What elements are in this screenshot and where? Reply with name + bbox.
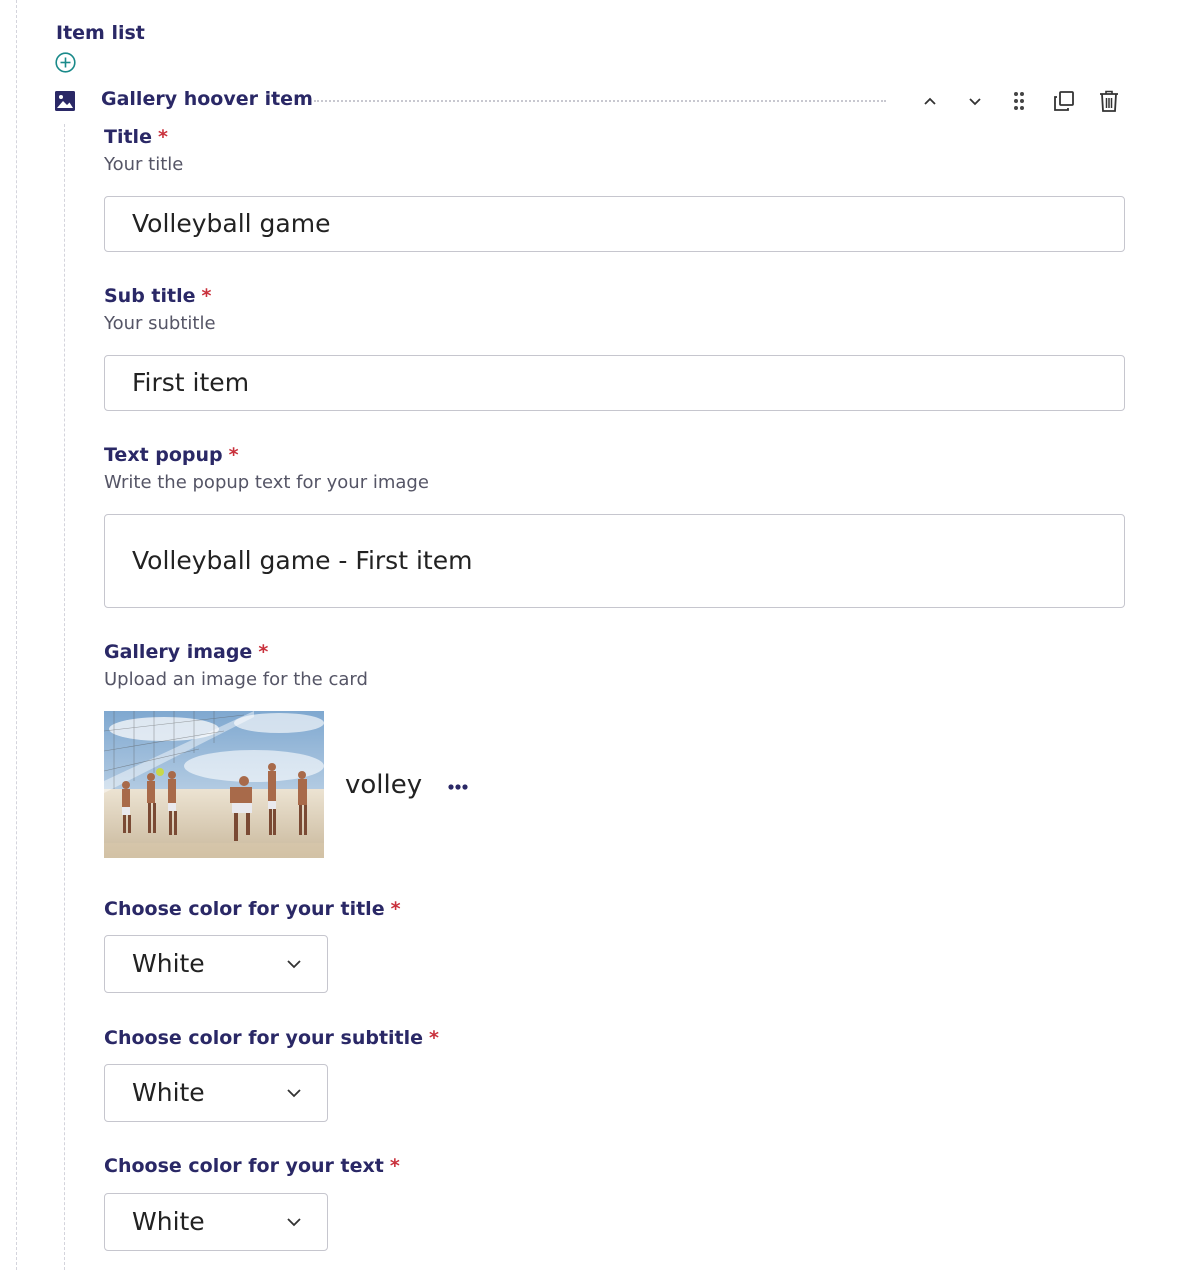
trash-icon [1100, 90, 1118, 112]
inner-nesting-guide [64, 124, 65, 1270]
title-color-field-label: Choose color for your title * [104, 898, 401, 920]
gallery-image-field-label: Gallery image * [104, 641, 269, 663]
item-title: Gallery hoover item [101, 88, 313, 110]
text-popup-field-label: Text popup * [104, 444, 239, 466]
move-up-button[interactable] [915, 86, 945, 116]
item-header: Gallery hoover item [52, 86, 1132, 116]
text-popup-field-help: Write the popup text for your image [104, 472, 429, 493]
text-color-select[interactable]: White [104, 1193, 328, 1251]
more-horizontal-icon [448, 784, 468, 790]
required-marker: * [390, 898, 401, 920]
required-marker: * [389, 1155, 400, 1177]
required-marker: * [228, 444, 239, 466]
subtitle-color-select-value: White [132, 1078, 205, 1107]
chevron-down-icon [287, 1089, 301, 1098]
subtitle-color-select[interactable]: White [104, 1064, 328, 1122]
required-marker: * [429, 1027, 439, 1049]
required-marker: * [201, 285, 212, 307]
move-down-button[interactable] [960, 86, 990, 116]
outer-nesting-guide [16, 0, 17, 1270]
required-marker: * [258, 641, 269, 663]
text-popup-textarea[interactable]: Volleyball game - First item [104, 514, 1125, 608]
title-color-select-value: White [132, 949, 205, 978]
subtitle-field-help: Your subtitle [104, 313, 216, 334]
text-color-select-value: White [132, 1207, 205, 1236]
chevron-down-icon [287, 960, 301, 969]
title-input[interactable]: Volleyball game [104, 196, 1125, 252]
drag-handle-icon [1014, 92, 1024, 110]
duplicate-icon [1054, 91, 1074, 111]
header-divider [314, 100, 886, 102]
drag-handle-button[interactable] [1004, 86, 1034, 116]
image-options-button[interactable] [443, 775, 473, 799]
duplicate-button[interactable] [1049, 86, 1079, 116]
image-icon [55, 91, 75, 111]
text-color-field-label: Choose color for your text * [104, 1155, 400, 1177]
delete-button[interactable] [1094, 86, 1124, 116]
required-marker: * [157, 126, 168, 148]
gallery-image-thumbnail[interactable] [104, 711, 324, 858]
title-field-help: Your title [104, 154, 184, 175]
gallery-image-file-name: volley [345, 770, 423, 800]
chevron-down-icon [969, 98, 981, 106]
subtitle-input[interactable]: First item [104, 355, 1125, 411]
chevron-down-icon [287, 1218, 301, 1227]
title-color-select[interactable]: White [104, 935, 328, 993]
subtitle-field-label: Sub title * [104, 285, 212, 307]
chevron-up-icon [924, 97, 936, 105]
gallery-image-field-help: Upload an image for the card [104, 669, 368, 690]
title-field-label: Title * [104, 126, 168, 148]
plus-circle-icon[interactable] [55, 52, 76, 73]
subtitle-color-field-label: Choose color for your subtitle * [104, 1027, 439, 1049]
item-list-title: Item list [56, 22, 145, 44]
